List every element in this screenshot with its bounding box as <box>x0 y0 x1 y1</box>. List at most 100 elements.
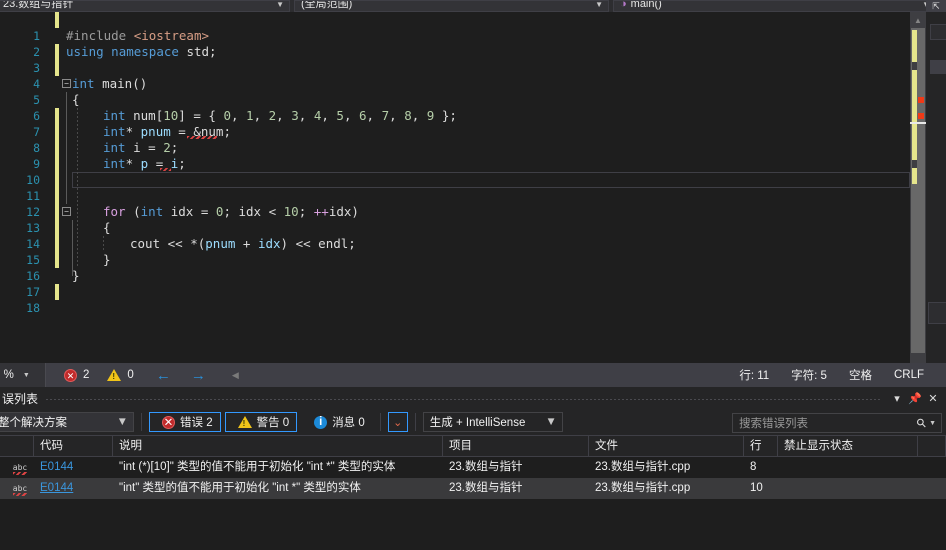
table-header-row: 代码 说明 项目 文件 行 禁止显示状态 <box>0 435 946 457</box>
error-count-indicator[interactable]: ✕ 2 <box>64 368 90 382</box>
chevron-down-icon[interactable]: ▼ <box>929 420 936 427</box>
toolbar-separator <box>141 413 142 431</box>
cell-code[interactable]: E0144 <box>34 457 113 478</box>
code-line: 14 { <box>0 220 910 251</box>
close-icon[interactable]: ✕ <box>924 389 942 407</box>
zoom-level-dropdown[interactable]: 0 % ▼ <box>0 363 46 387</box>
errors-toggle-label: 错误 2 <box>180 417 213 429</box>
column-header-file[interactable]: 文件 <box>589 436 744 456</box>
chevron-down-icon[interactable]: ▾ <box>888 389 906 407</box>
column-header-icon[interactable] <box>0 436 34 456</box>
code-text: int i = 2; <box>103 140 179 155</box>
code-line: 6 { <box>0 92 910 123</box>
fold-guide <box>66 172 67 188</box>
error-squiggle <box>187 136 217 139</box>
error-squiggle <box>160 168 171 171</box>
pin-icon[interactable]: 📌 <box>906 389 924 407</box>
scope-filter-label: 整个解决方案 <box>0 417 67 429</box>
warnings-toggle-label: 警告 0 <box>256 417 290 429</box>
search-placeholder: 搜索错误列表 <box>739 418 808 430</box>
cell-code[interactable]: E0144 <box>34 478 113 499</box>
column-header-project[interactable]: 项目 <box>443 436 589 456</box>
scope-dropdown[interactable]: (全局范围) ▼ <box>294 0 609 12</box>
code-text: int* p = i; <box>103 156 186 171</box>
zoom-level-label: 0 % <box>0 369 14 381</box>
warning-count-indicator[interactable]: 0 <box>107 369 134 381</box>
code-text: int main() <box>72 76 148 91</box>
arrow-right-icon[interactable]: → <box>191 367 206 384</box>
table-row[interactable]: abc E0144 "int (*)[10]" 类型的值不能用于初始化 "int… <box>0 457 946 478</box>
column-header-suppression[interactable]: 禁止显示状态 <box>778 436 918 456</box>
fold-guide <box>72 252 73 268</box>
error-marker[interactable] <box>918 113 924 119</box>
messages-toggle-button[interactable]: i 消息 0 <box>301 412 373 432</box>
scope-filter-dropdown[interactable]: 整个解决方案 ▼ <box>0 412 134 432</box>
error-icon: ✕ <box>162 415 175 429</box>
column-header-line[interactable]: 行 <box>744 436 778 456</box>
editor-vertical-scrollbar[interactable]: ▲ <box>910 12 926 363</box>
code-line-current: 11 <box>0 172 910 203</box>
code-text: for (int idx = 0; idx < 10; ++idx) <box>103 204 359 219</box>
code-text: cout << *(pnum + idx) << endl; <box>130 236 356 251</box>
column-header-extra[interactable] <box>918 436 946 456</box>
member-dropdown[interactable]: main() ▼ <box>613 0 936 12</box>
fold-guide <box>66 124 67 140</box>
fold-guide <box>66 92 67 108</box>
change-marker <box>55 44 59 60</box>
scroll-up-icon[interactable]: ▲ <box>910 12 926 28</box>
arrow-left-icon[interactable]: ← <box>156 367 171 384</box>
split-editor-icon[interactable]: ⇱ <box>926 0 946 12</box>
build-filter-dropdown[interactable]: 生成 + IntelliSense ▼ <box>422 412 563 432</box>
column-header-description[interactable]: 说明 <box>113 436 443 456</box>
status-right-group: 行: 11 字符: 5 空格 CRLF <box>739 367 946 383</box>
code-line: 15 cout << *(pnum + idx) << endl; <box>0 236 910 267</box>
panel-chip <box>930 24 946 40</box>
fold-toggle-icon[interactable]: − <box>62 207 71 216</box>
error-icon: ✕ <box>64 368 77 382</box>
fold-toggle-icon[interactable]: − <box>62 79 71 88</box>
marker-gap <box>912 160 917 168</box>
code-text: } <box>72 268 80 283</box>
code-line: 17 } <box>0 268 910 299</box>
errors-toggle-button[interactable]: ✕ 错误 2 <box>149 412 221 432</box>
code-editor[interactable]: 1 2 #include <iostream> 3 using namespac… <box>0 12 946 363</box>
code-line: 2 #include <iostream> <box>0 28 910 59</box>
search-error-list[interactable]: 搜索错误列表 ⚲ ▼ <box>732 413 942 433</box>
fold-guide <box>66 108 67 124</box>
error-count-label: 2 <box>83 369 90 381</box>
indent-guide <box>103 236 104 252</box>
code-lines: 1 2 #include <iostream> 3 using namespac… <box>0 12 910 363</box>
code-line: 10 int* p = i; <box>0 156 910 187</box>
change-marker <box>55 188 59 204</box>
code-line: 1 <box>0 12 910 43</box>
cell-description: "int (*)[10]" 类型的值不能用于初始化 "int *" 类型的实体 <box>119 461 396 473</box>
indent-guide <box>77 140 78 156</box>
cell-line: 8 <box>750 461 757 473</box>
toolbar-separator <box>414 413 416 431</box>
change-marker <box>912 168 917 184</box>
warning-icon <box>107 369 122 381</box>
current-line-highlight <box>72 172 910 188</box>
error-marker[interactable] <box>918 97 924 103</box>
warnings-toggle-button[interactable]: 警告 0 <box>224 412 298 432</box>
code-text: } <box>103 252 111 267</box>
warning-count-label: 0 <box>127 369 134 381</box>
code-text: { <box>103 220 111 235</box>
error-list-table: 代码 说明 项目 文件 行 禁止显示状态 abc E0144 "int (*)[… <box>0 435 946 550</box>
change-marker <box>55 12 59 28</box>
code-line: 16 } <box>0 252 910 283</box>
chevron-down-icon: ▼ <box>276 0 284 9</box>
collapse-icon[interactable]: ◀ <box>232 370 239 381</box>
column-header-code[interactable]: 代码 <box>34 436 113 456</box>
table-row[interactable]: abc E0144 "int" 类型的值不能用于初始化 "int *" 类型的实… <box>0 478 946 499</box>
solution-explorer-edge[interactable] <box>926 12 946 363</box>
change-marker <box>55 284 59 300</box>
change-marker <box>912 30 917 62</box>
change-marker <box>55 236 59 252</box>
error-list-title: 误列表 <box>2 391 39 406</box>
panel-chip <box>930 60 946 74</box>
chevron-down-icon: ▼ <box>22 371 30 379</box>
project-dropdown[interactable]: 23.数组与指针 ▼ <box>0 0 290 12</box>
error-filter-icon[interactable]: ⌄ <box>387 412 408 432</box>
indent-guide <box>77 156 78 172</box>
